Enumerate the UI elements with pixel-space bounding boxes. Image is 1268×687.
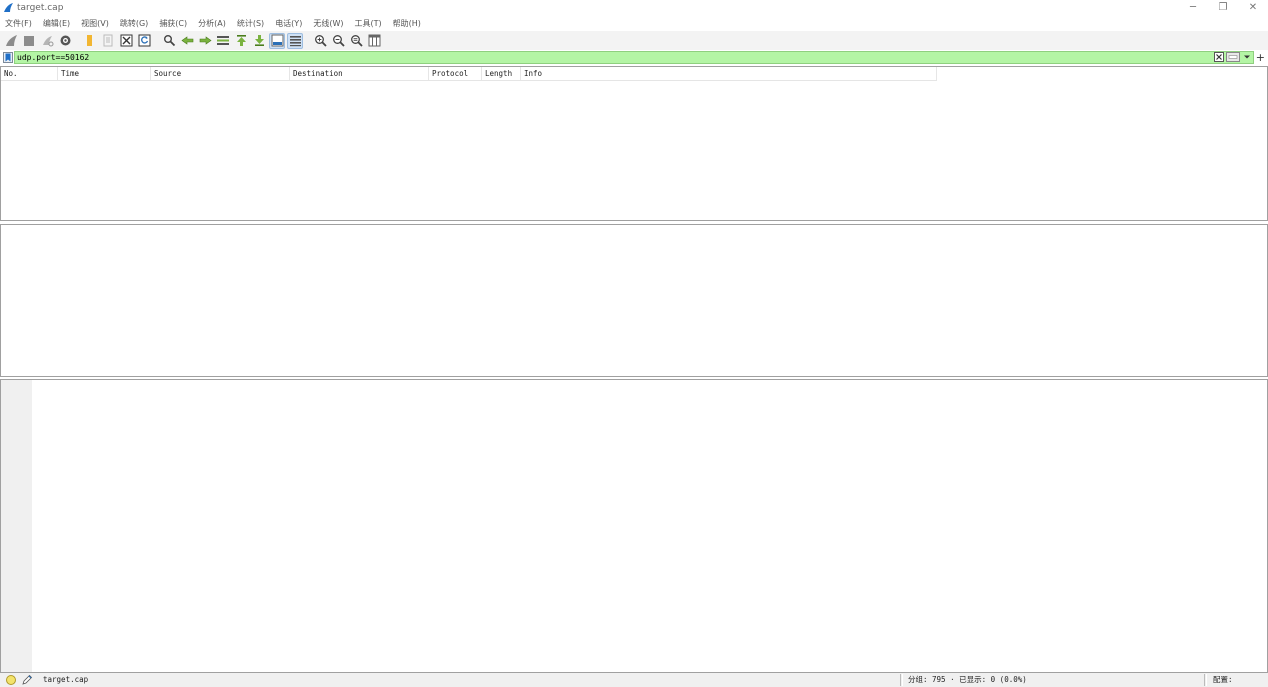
- capture-options-gear-icon: [60, 35, 70, 46]
- open-file-button[interactable]: [82, 33, 98, 49]
- zoom-out-button[interactable]: [330, 33, 346, 49]
- resize-columns-button[interactable]: [366, 33, 382, 49]
- filter-actions: [1214, 52, 1252, 62]
- chevron-down-icon[interactable]: [1242, 52, 1252, 62]
- toolbar-separator: [307, 34, 310, 48]
- start-capture-button[interactable]: [3, 33, 19, 49]
- go-last-packet-button[interactable]: [251, 33, 267, 49]
- find-packet-button[interactable]: [161, 33, 177, 49]
- filter-bookmark-button[interactable]: [3, 52, 13, 63]
- menu-view[interactable]: 视图(V): [81, 18, 109, 29]
- save-file-button[interactable]: [100, 33, 116, 49]
- status-bar: target.cap 分组: 795 · 已显示: 0 (0.0%) 配置: D…: [0, 673, 1268, 687]
- column-source[interactable]: Source: [151, 67, 290, 80]
- restore-button[interactable]: ❐: [1208, 0, 1238, 15]
- stop-square-icon: [24, 35, 34, 46]
- column-destination[interactable]: Destination: [290, 67, 429, 80]
- restart-capture-button[interactable]: [39, 33, 55, 49]
- wireshark-fin-icon: [4, 3, 13, 12]
- zoom-normal-button[interactable]: [348, 33, 364, 49]
- main-toolbar: [0, 31, 1268, 50]
- packet-list-pane[interactable]: No. Time Source Destination Protocol Len…: [0, 66, 1268, 221]
- menu-file[interactable]: 文件(F): [5, 18, 32, 29]
- close-button[interactable]: ✕: [1238, 0, 1268, 15]
- status-profile[interactable]: 配置: Default: [1213, 673, 1268, 687]
- window-controls: ─ ❐ ✕: [1178, 0, 1268, 15]
- column-no[interactable]: No.: [1, 67, 58, 80]
- close-file-button[interactable]: [118, 33, 134, 49]
- column-time[interactable]: Time: [58, 67, 151, 80]
- menu-statistics[interactable]: 统计(S): [237, 18, 264, 29]
- toolbar-separator: [156, 34, 159, 48]
- window-title: target.cap: [17, 2, 64, 13]
- toolbar-separator: [77, 34, 80, 48]
- zoom-out-icon: [332, 35, 345, 47]
- go-first-icon: [236, 35, 246, 46]
- packet-details-pane[interactable]: [0, 224, 1268, 377]
- go-first-packet-button[interactable]: [233, 33, 249, 49]
- colorize-button[interactable]: [287, 32, 303, 49]
- colorize-icon: [289, 36, 301, 47]
- go-to-packet-button[interactable]: [215, 33, 231, 49]
- menu-bar: 文件(F) 编辑(E) 视图(V) 跳转(G) 捕获(C) 分析(A) 统计(S…: [0, 16, 1268, 30]
- menu-analyze[interactable]: 分析(A): [198, 18, 226, 29]
- capture-options-button[interactable]: [57, 33, 73, 49]
- add-filter-button-icon[interactable]: +: [1256, 51, 1265, 64]
- go-to-packet-icon: [217, 36, 229, 45]
- menu-tools[interactable]: 工具(T): [354, 18, 381, 29]
- clear-filter-icon[interactable]: [1214, 52, 1224, 62]
- resize-columns-icon: [368, 34, 380, 47]
- menu-help[interactable]: 帮助(H): [393, 18, 421, 29]
- packet-list-header: No. Time Source Destination Protocol Len…: [1, 67, 937, 81]
- expert-info-icon[interactable]: [6, 675, 16, 685]
- column-length[interactable]: Length: [482, 67, 521, 80]
- menu-telephony[interactable]: 电话(Y): [275, 18, 302, 29]
- status-divider: [1204, 674, 1207, 686]
- zoom-in-button[interactable]: [312, 33, 328, 49]
- display-filter-input[interactable]: [14, 51, 1254, 64]
- status-divider: [900, 674, 903, 686]
- menu-wireless[interactable]: 无线(W): [313, 18, 343, 29]
- minimize-button[interactable]: ─: [1178, 0, 1208, 15]
- open-file-icon: [87, 35, 92, 46]
- zoom-in-icon: [314, 35, 327, 47]
- shark-fin-start-icon: [5, 35, 17, 46]
- title-bar: target.cap ─ ❐ ✕: [0, 0, 1268, 15]
- apply-filter-icon[interactable]: [1226, 52, 1240, 62]
- file-icon: [103, 34, 113, 47]
- menu-capture[interactable]: 捕获(C): [159, 18, 187, 29]
- close-file-icon: [120, 34, 132, 47]
- status-packet-count: 分组: 795 · 已显示: 0 (0.0%): [908, 675, 1027, 684]
- status-filename: target.cap: [43, 675, 89, 684]
- menu-edit[interactable]: 编辑(E): [43, 18, 70, 29]
- find-packet-icon: [163, 35, 175, 47]
- column-info[interactable]: Info: [521, 67, 937, 80]
- bookmark-icon: [5, 53, 11, 62]
- go-forward-arrow-icon: [199, 36, 212, 45]
- menu-go[interactable]: 跳转(G): [120, 18, 148, 29]
- edit-comment-icon[interactable]: [21, 674, 33, 686]
- packet-bytes-pane[interactable]: [0, 379, 1268, 673]
- autoscroll-icon: [271, 34, 283, 47]
- bytes-offset-gutter: [1, 380, 32, 672]
- autoscroll-button[interactable]: [269, 32, 285, 49]
- go-back-arrow-icon: [180, 36, 193, 45]
- go-back-button[interactable]: [179, 33, 195, 49]
- reload-icon: [138, 34, 150, 47]
- stop-capture-button[interactable]: [21, 33, 37, 49]
- display-filter-bar: +: [0, 51, 1268, 64]
- zoom-normal-icon: [350, 35, 363, 47]
- go-last-icon: [254, 35, 264, 46]
- go-forward-button[interactable]: [197, 33, 213, 49]
- column-protocol[interactable]: Protocol: [429, 67, 482, 80]
- reload-file-button[interactable]: [136, 33, 152, 49]
- restart-capture-icon: [42, 36, 53, 47]
